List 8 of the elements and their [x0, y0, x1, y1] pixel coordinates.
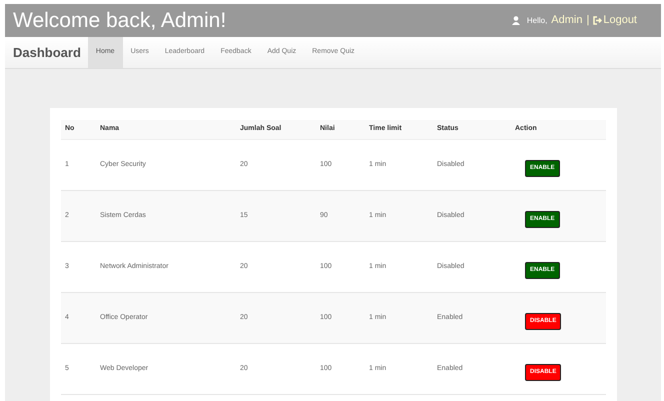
- user-icon: [512, 16, 520, 25]
- brand-text: Dashboard: [12, 44, 82, 62]
- separator-text: |: [586, 13, 590, 28]
- logout-icon: [593, 16, 602, 25]
- page-title: Welcome back, Admin!: [13, 8, 226, 34]
- logout-link[interactable]: Logout: [593, 12, 637, 29]
- user-link[interactable]: Admin: [551, 12, 582, 29]
- greeting-text: Hello,: [526, 14, 548, 26]
